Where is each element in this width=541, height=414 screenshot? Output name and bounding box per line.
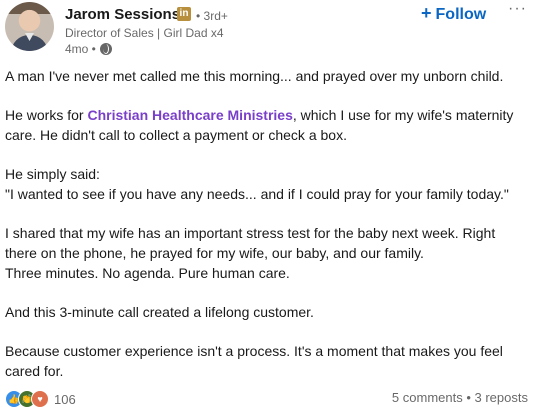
feed-post: Jarom Sessions in • 3rd+ Director of Sal…: [0, 0, 541, 414]
paragraph-4a: I shared that my wife has an important s…: [5, 225, 496, 261]
reactions-summary[interactable]: 👍 👏 ♥ 106: [5, 390, 76, 408]
plus-icon: +: [421, 3, 432, 23]
paragraph-3b: "I wanted to see if you have any needs..…: [5, 186, 509, 202]
paragraph-1: A man I've never met called me this morn…: [5, 68, 504, 84]
reposts-link[interactable]: 3 reposts: [475, 390, 528, 405]
author-name[interactable]: Jarom Sessions: [65, 6, 180, 23]
paragraph-2: He works for Christian Healthcare Minist…: [5, 105, 530, 145]
comments-reposts: 5 comments • 3 reposts: [392, 390, 528, 405]
post-body: A man I've never met called me this morn…: [5, 66, 530, 381]
follow-button[interactable]: + Follow: [421, 3, 486, 24]
author-avatar[interactable]: [5, 2, 54, 51]
post-time: 4mo •: [65, 42, 96, 56]
social-counts: 👍 👏 ♥ 106 5 comments • 3 reposts: [5, 388, 530, 410]
post-meta: 4mo •: [65, 42, 112, 56]
company-mention-link[interactable]: Christian Healthcare Ministries: [87, 107, 292, 123]
separator: •: [462, 390, 475, 405]
connection-degree: • 3rd+: [196, 9, 228, 23]
linkedin-premium-icon: in: [177, 7, 191, 21]
p2-before: He works for: [5, 107, 88, 123]
paragraph-4b: Three minutes. No agenda. Pure human car…: [5, 265, 290, 281]
globe-icon: [99, 43, 112, 55]
reaction-count: 106: [54, 391, 76, 407]
paragraph-3a: He simply said:: [5, 166, 100, 182]
follow-label: Follow: [435, 6, 487, 23]
author-headline: Director of Sales | Girl Dad x4: [65, 26, 224, 40]
paragraph-5: And this 3-minute call created a lifelon…: [5, 304, 314, 320]
more-options-icon[interactable]: ···: [508, 0, 527, 18]
love-reaction-icon: ♥: [31, 390, 49, 408]
comments-link[interactable]: 5 comments: [392, 390, 463, 405]
paragraph-6: Because customer experience isn't a proc…: [5, 343, 503, 379]
